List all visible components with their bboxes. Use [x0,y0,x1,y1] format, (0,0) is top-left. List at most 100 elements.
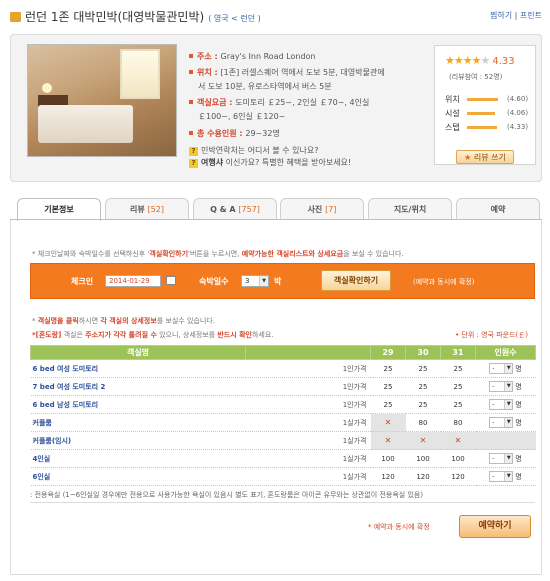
room-name-link[interactable]: 커플룸(임시) [30,431,246,450]
guest-count-cell: - ▼ 명 [475,449,536,468]
checkin-date-input[interactable]: 2014-01-29 [105,275,161,287]
guest-count-select[interactable]: - ▼ [489,381,514,392]
book-button[interactable]: 예약하기 [459,515,531,538]
price-cell: 120 [440,467,476,486]
price-cell: 25 [440,395,476,414]
price-type: 1실가격 [245,467,371,486]
rating-stars: ★★★★★ 4.33 [445,54,515,67]
column-header: 30 [405,345,441,360]
tab-2[interactable]: Q & A [757] [193,198,277,220]
price-cell: ✕ [440,431,476,450]
price-cell: 25 [370,395,406,414]
tab-bar: 기본정보 리뷰 [52] Q & A [757] 사진 [7] 지도/위치 예약 [17,198,540,221]
column-header: 인원수 [475,345,536,360]
price-cell: 25 [440,377,476,396]
price-cell: 100 [440,449,476,468]
price-cell: 80 [440,413,476,432]
person-unit: 명 [515,400,522,409]
star-icon: ★ [480,54,491,67]
guest-count-select[interactable]: - ▼ [489,417,514,428]
breadcrumb: ( 영국 < 런던 ) [208,14,261,23]
column-header [245,345,371,360]
location-row: 위치 : [1존] 러셀스퀘어 역에서 도보 5분, 대영박물관에 [189,66,385,80]
person-unit: 명 [515,418,522,427]
calendar-icon[interactable] [166,276,176,285]
availability-search-bar: 체크인 2014-01-29 숙박일수 3 ▼ 박 객실확인하기 (예약과 동시에… [30,263,535,299]
table-row: 6인실 1실가격 120 120 120- ▼ 명 [30,467,536,486]
guest-count-select[interactable]: - ▼ [489,471,514,482]
price-cell: ✕ [405,431,441,450]
table-row: 6 bed 남성 도미토리 1인가격 25 25 25- ▼ 명 [30,395,536,414]
nights-select[interactable]: 3 ▼ [241,275,269,287]
person-unit: 명 [515,454,522,463]
bathroom-legend: : 전용욕실 (1~6인실일 경우에만 전용으로 사용가능한 욕실이 있음시 별… [30,491,424,499]
price-type: 1인가격 [245,377,371,396]
table-row: 4인실 1실가격 100 100 100- ▼ 명 [30,449,536,468]
room-name-link[interactable]: 6 bed 남성 도미토리 [30,395,246,414]
bookmark-link[interactable]: 찜하기 [490,11,512,20]
price-cell: 120 [370,467,406,486]
room-photo[interactable] [27,44,177,157]
room-name-link[interactable]: 6인실 [30,467,246,486]
price-cell: 100 [405,449,441,468]
price-type: 1인가격 [245,395,371,414]
chevron-down-icon: ▼ [504,454,513,463]
review-bar [467,112,495,115]
room-name-link[interactable]: 4인실 [30,449,246,468]
column-header: 객실명 [30,345,246,360]
table-header: 객실명 29 30 31 인원수 [30,345,536,360]
print-link[interactable]: 프린트 [520,11,542,20]
review-value: (4.33) [507,123,529,131]
tab-0[interactable]: 기본정보 [17,198,101,221]
price-cell: 25 [370,359,406,378]
column-header: 29 [370,345,406,360]
member-benefit-link[interactable]: ? 여행샤 이신가요? 특별한 혜택을 받아보세요! [189,157,351,169]
table-row: 6 bed 여성 도미토리 1인가격 25 25 25- ▼ 명 [30,359,536,378]
tab-3[interactable]: 사진 [7] [280,198,364,220]
star-icon: ★ [471,54,482,67]
price-type: 1인가격 [245,359,371,378]
table-row: 커플룸 1실가격 ✕ 80 80- ▼ 명 [30,413,536,432]
guest-count-cell: - ▼ 명 [475,413,536,432]
guest-count-select[interactable]: - ▼ [489,363,514,374]
address-notice: *[혼도랑] 객실은 주소지가 각각 틀려질 수 있으니, 상세정보를 반드시 … [32,331,274,339]
tab-5[interactable]: 예약 [456,198,540,220]
room-click-notice: * 객실명을 클릭하시면 각 객실의 상세정보를 보실수 있습니다. [32,317,215,325]
guest-count-cell [475,431,536,450]
review-bar [467,98,499,101]
price-cell: ✕ [370,431,406,450]
review-value: (4.06) [507,109,529,117]
review-criterion: 위치 [445,95,460,104]
review-criterion: 시설 [445,109,460,118]
guest-count-cell: - ▼ 명 [475,467,536,486]
price-cell: 120 [405,467,441,486]
room-name-link[interactable]: 커플룸 [30,413,246,432]
guest-count-select[interactable]: - ▼ [489,453,514,464]
crumb-city[interactable]: 런던 [240,14,255,23]
star-icon: ★ [462,54,473,67]
star-icon: ★ [453,54,464,67]
chevron-down-icon: ▼ [504,472,513,481]
star-icon: ★ [445,54,455,67]
table-row: 커플룸(임시) 1실가격 ✕ ✕ ✕ [30,431,536,450]
faq-link[interactable]: ? 민박연락처는 어디서 볼 수 있나요? [189,145,318,157]
price-cell: 80 [405,413,441,432]
price-type: 1실가격 [245,431,371,450]
guest-count-cell: - ▼ 명 [475,359,536,378]
instant-confirm-note: (예약과 동시에 확정) [413,278,475,286]
lodging-name: 런던 1존 대박민박(대영박물관민박) [25,10,205,24]
column-header: 31 [440,345,476,360]
tab-4[interactable]: 지도/위치 [368,198,452,220]
chevron-down-icon: ▼ [504,364,513,373]
room-name-link[interactable]: 6 bed 여성 도미토리 [30,359,246,378]
tab-1[interactable]: 리뷰 [52] [105,198,189,220]
table-row: 7 bed 여성 도미토리 2 1인가격 25 25 25- ▼ 명 [30,377,536,396]
room-name-link[interactable]: 7 bed 여성 도미토리 2 [30,377,246,396]
write-review-button[interactable]: ★ 리뷰 쓰기 [456,150,514,164]
guest-count-select[interactable]: - ▼ [489,399,514,410]
check-rooms-button[interactable]: 객실확인하기 [321,270,391,291]
nights-label: 숙박일수 [199,277,229,286]
crumb-country[interactable]: 영국 [214,14,229,23]
price-cell: 25 [370,377,406,396]
price-type: 1실가격 [245,449,371,468]
